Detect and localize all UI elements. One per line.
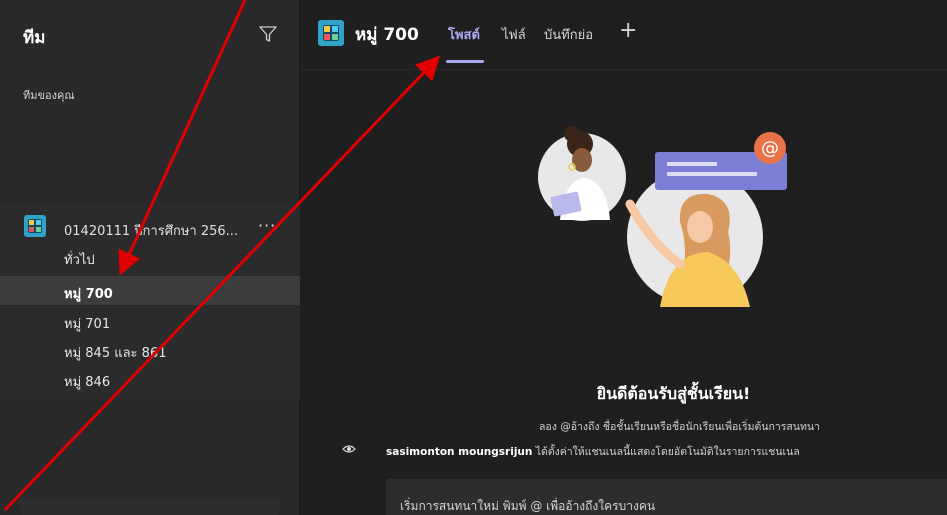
channel-label: ทั่วไป bbox=[64, 253, 95, 268]
team-icon bbox=[24, 215, 46, 237]
compose-box[interactable]: เริ่มการสนทนาใหม่ พิมพ์ @ เพื่ออ้างถึงใค… bbox=[386, 479, 947, 515]
welcome-subtitle: ลอง @อ้างถึง ชื่อชั้นเรียนหรือชื่อนักเรี… bbox=[539, 421, 820, 433]
add-tab-icon[interactable]: + bbox=[619, 18, 637, 43]
active-tab-indicator bbox=[446, 60, 484, 63]
svg-text:@: @ bbox=[761, 138, 779, 159]
welcome-illustration: @ bbox=[538, 126, 787, 307]
tab-files[interactable]: ไฟล์ bbox=[502, 24, 526, 45]
eye-icon bbox=[342, 445, 356, 453]
channel-845-861[interactable]: หมู่ 845 และ 861 bbox=[0, 335, 300, 364]
sidebar-bottom-bar bbox=[20, 497, 280, 515]
info-user: sasimonton moungsrijun bbox=[386, 446, 533, 458]
sidebar-title: ทีม bbox=[23, 28, 46, 48]
channel-info-text: sasimonton moungsrijun ได้ตั้งค่าให้แชนเ… bbox=[386, 443, 800, 460]
channel-general[interactable]: ทั่วไป bbox=[0, 242, 300, 271]
channel-title: หมู่ 700 bbox=[355, 25, 419, 45]
channel-700[interactable]: หมู่ 700 bbox=[0, 276, 300, 305]
main-pane: หมู่ 700 โพสต์ ไฟล์ บันทึกย่อ + @ ยินดีต… bbox=[300, 0, 947, 515]
sidebar: ทีม ทีมของคุณ 01420111 ปีการศึกษา 256...… bbox=[0, 0, 300, 515]
channel-label: หมู่ 700 bbox=[64, 287, 113, 302]
filter-icon[interactable] bbox=[258, 24, 278, 44]
team-block: 01420111 ปีการศึกษา 256... ··· ทั่วไป หม… bbox=[0, 203, 300, 400]
tab-posts[interactable]: โพสต์ bbox=[448, 24, 480, 45]
channel-header: หมู่ 700 โพสต์ ไฟล์ บันทึกย่อ + bbox=[300, 0, 947, 70]
channel-label: หมู่ 846 bbox=[64, 375, 111, 390]
tab-notes[interactable]: บันทึกย่อ bbox=[544, 24, 593, 45]
sidebar-header: ทีม bbox=[0, 0, 300, 70]
section-label-your-teams: ทีมของคุณ bbox=[23, 89, 75, 102]
teams-app: ทีม ทีมของคุณ 01420111 ปีการศึกษา 256...… bbox=[0, 0, 947, 515]
channel-701[interactable]: หมู่ 701 bbox=[0, 306, 300, 335]
channel-label: หมู่ 845 และ 861 bbox=[64, 346, 167, 361]
welcome-title: ยินดีต้อนรับสู่ชั้นเรียน! bbox=[596, 384, 751, 403]
team-name: 01420111 ปีการศึกษา 256... bbox=[64, 224, 239, 239]
team-row[interactable]: 01420111 ปีการศึกษา 256... ··· bbox=[0, 211, 300, 243]
channel-846[interactable]: หมู่ 846 bbox=[0, 364, 300, 393]
info-message: ได้ตั้งค่าให้แชนเนลนี้แสดงโดยอัตโนมัติใน… bbox=[532, 446, 800, 458]
compose-placeholder: เริ่มการสนทนาใหม่ พิมพ์ @ เพื่ออ้างถึงใค… bbox=[400, 499, 656, 513]
more-icon[interactable]: ··· bbox=[258, 216, 276, 235]
team-icon bbox=[318, 20, 344, 46]
channel-info-row: sasimonton moungsrijun ได้ตั้งค่าให้แชนเ… bbox=[334, 441, 934, 459]
channel-label: หมู่ 701 bbox=[64, 317, 111, 332]
